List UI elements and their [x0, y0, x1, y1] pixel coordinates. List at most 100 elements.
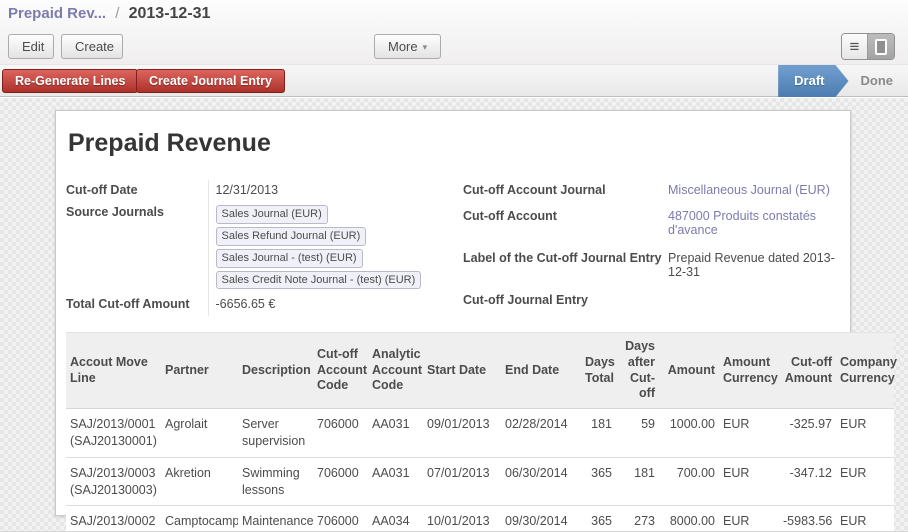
col-cutoff-amount: Cut-off Amount — [779, 333, 836, 409]
table-header-row: Accout Move Line Partner Description Cut… — [66, 333, 894, 409]
cell-days-total: 365 — [581, 506, 616, 532]
source-journals-tags: Sales Journal (EUR) Sales Refund Journal… — [216, 205, 464, 289]
app-window: Prepaid Rev... / 2013-12-31 Edit Create … — [0, 0, 908, 532]
more-button-label: More — [388, 39, 418, 54]
cutoff-account-link[interactable]: 487000 Produits constatés d'avance — [668, 209, 816, 237]
col-cutoff-account-code: Cut-off Account Code — [313, 333, 368, 409]
cell-end-date: 02/28/2014 — [501, 408, 581, 457]
cell-move-line: SAJ/2013/0003 (SAJ20130003) — [66, 457, 161, 506]
cell-cutoff-amount: -347.12 — [779, 457, 836, 506]
field-cutoff-date: Cut-off Date 12/31/2013 — [66, 180, 463, 202]
cell-amount: 700.00 — [659, 457, 719, 506]
col-analytic-account-code: Analytic Account Code — [368, 333, 423, 409]
cell-days-after-cutoff: 59 — [616, 408, 659, 457]
journal-tag: Sales Journal - (test) (EUR) — [216, 249, 363, 268]
list-view-icon: ≡ — [850, 37, 860, 57]
cutoff-date-label: Cut-off Date — [66, 180, 208, 202]
col-company-currency: Company Currency — [836, 333, 894, 409]
chevron-down-icon: ▾ — [423, 42, 428, 52]
cell-start-date: 10/01/2013 — [423, 506, 501, 532]
cell-analytic-account-code: AA031 — [368, 457, 423, 506]
field-cutoff-journal-entry: Cut-off Journal Entry — [463, 290, 846, 316]
view-switcher: ≡ — [841, 33, 895, 60]
table-row[interactable]: SAJ/2013/0002 (SAJ20130002) Camptocamp M… — [66, 506, 894, 532]
cell-cutoff-account-code: 706000 — [313, 506, 368, 532]
field-total-cutoff-amount: Total Cut-off Amount -6656.65 € — [66, 294, 463, 316]
cell-amount-currency: EUR — [719, 408, 779, 457]
cell-amount-currency: EUR — [719, 506, 779, 532]
cell-analytic-account-code: AA034 — [368, 506, 423, 532]
field-source-journals: Source Journals Sales Journal (EUR) Sale… — [66, 202, 463, 294]
col-amount: Amount — [659, 333, 719, 409]
journal-tag: Sales Journal (EUR) — [216, 205, 328, 224]
cell-days-total: 181 — [581, 408, 616, 457]
page-title: Prepaid Revenue — [68, 129, 850, 158]
cell-end-date: 06/30/2014 — [501, 457, 581, 506]
cell-partner: Camptocamp — [161, 506, 238, 532]
cell-start-date: 09/01/2013 — [423, 408, 501, 457]
cutoff-journal-entry-label: Cut-off Journal Entry — [463, 290, 668, 316]
label-cutoff-journal-entry-label: Label of the Cut-off Journal Entry — [463, 248, 668, 290]
col-partner: Partner — [161, 333, 238, 409]
source-journals-label: Source Journals — [66, 202, 208, 294]
cell-company-currency: EUR — [836, 408, 894, 457]
cell-description: Maintenance contract — [238, 506, 313, 532]
journal-tag: Sales Credit Note Journal - (test) (EUR) — [216, 271, 422, 290]
cell-partner: Akretion — [161, 457, 238, 506]
cutoff-account-label: Cut-off Account — [463, 206, 668, 248]
cell-start-date: 07/01/2013 — [423, 457, 501, 506]
col-account-move-line: Accout Move Line — [66, 333, 161, 409]
create-journal-entry-button[interactable]: Create Journal Entry — [136, 69, 285, 93]
cutoff-account-journal-label: Cut-off Account Journal — [463, 180, 668, 206]
form-view-icon — [875, 39, 887, 55]
cell-amount: 1000.00 — [659, 408, 719, 457]
field-cutoff-account-journal: Cut-off Account Journal Miscellaneous Jo… — [463, 180, 846, 206]
breadcrumb-current: 2013-12-31 — [129, 5, 211, 22]
field-cutoff-account: Cut-off Account 487000 Produits constaté… — [463, 206, 846, 248]
main-content-area: Prepaid Revenue Cut-off Date 12/31/2013 … — [0, 98, 908, 531]
cell-company-currency: EUR — [836, 457, 894, 506]
cell-cutoff-amount: -5983.56 — [779, 506, 836, 532]
cell-cutoff-account-code: 706000 — [313, 408, 368, 457]
cell-company-currency: EUR — [836, 506, 894, 532]
journal-tag: Sales Refund Journal (EUR) — [216, 227, 367, 246]
cell-amount: 8000.00 — [659, 506, 719, 532]
statusbar: Draft Done — [778, 65, 908, 97]
col-amount-currency: Amount Currency — [719, 333, 779, 409]
label-cutoff-journal-entry-value: Prepaid Revenue dated 2013-12-31 — [668, 248, 846, 290]
form-group-right: Cut-off Account Journal Miscellaneous Jo… — [463, 180, 846, 316]
table-row[interactable]: SAJ/2013/0001 (SAJ20130001) Agrolait Ser… — [66, 408, 894, 457]
create-button[interactable]: Create — [61, 34, 123, 59]
col-description: Description — [238, 333, 313, 409]
cell-cutoff-account-code: 706000 — [313, 457, 368, 506]
list-view-button[interactable]: ≡ — [842, 34, 868, 59]
cell-days-total: 365 — [581, 457, 616, 506]
cell-cutoff-amount: -325.97 — [779, 408, 836, 457]
total-cutoff-amount-label: Total Cut-off Amount — [66, 294, 208, 316]
form-group-left: Cut-off Date 12/31/2013 Source Journals … — [66, 180, 463, 316]
form-view-button[interactable] — [868, 34, 894, 59]
cell-days-after-cutoff: 181 — [616, 457, 659, 506]
breadcrumb-separator: / — [115, 5, 119, 22]
total-cutoff-amount-value: -6656.65 € — [208, 294, 463, 316]
cell-description: Swimming lessons — [238, 457, 313, 506]
table-row[interactable]: SAJ/2013/0003 (SAJ20130003) Akretion Swi… — [66, 457, 894, 506]
breadcrumb-parent-link[interactable]: Prepaid Rev... — [8, 5, 106, 22]
cutoff-lines-table: Accout Move Line Partner Description Cut… — [66, 332, 894, 532]
cutoff-journal-entry-value — [668, 290, 846, 316]
regenerate-lines-button[interactable]: Re-Generate Lines — [2, 69, 138, 93]
top-bar: Prepaid Rev... / 2013-12-31 Edit Create … — [0, 0, 908, 64]
breadcrumb: Prepaid Rev... / 2013-12-31 — [8, 5, 210, 23]
action-status-bar: Re-Generate Lines Create Journal Entry D… — [0, 64, 908, 97]
status-done-badge: Done — [849, 65, 908, 97]
more-button[interactable]: More ▾ — [374, 34, 441, 59]
cutoff-account-journal-link[interactable]: Miscellaneous Journal (EUR) — [668, 183, 830, 197]
field-label-cutoff-journal-entry: Label of the Cut-off Journal Entry Prepa… — [463, 248, 846, 290]
cutoff-lines-table-wrap: Accout Move Line Partner Description Cut… — [66, 332, 894, 532]
cell-move-line: SAJ/2013/0001 (SAJ20130001) — [66, 408, 161, 457]
form-sheet: Prepaid Revenue Cut-off Date 12/31/2013 … — [55, 110, 851, 516]
cell-description: Server supervision — [238, 408, 313, 457]
edit-button[interactable]: Edit — [8, 34, 54, 59]
cutoff-date-value: 12/31/2013 — [208, 180, 463, 202]
col-start-date: Start Date — [423, 333, 501, 409]
